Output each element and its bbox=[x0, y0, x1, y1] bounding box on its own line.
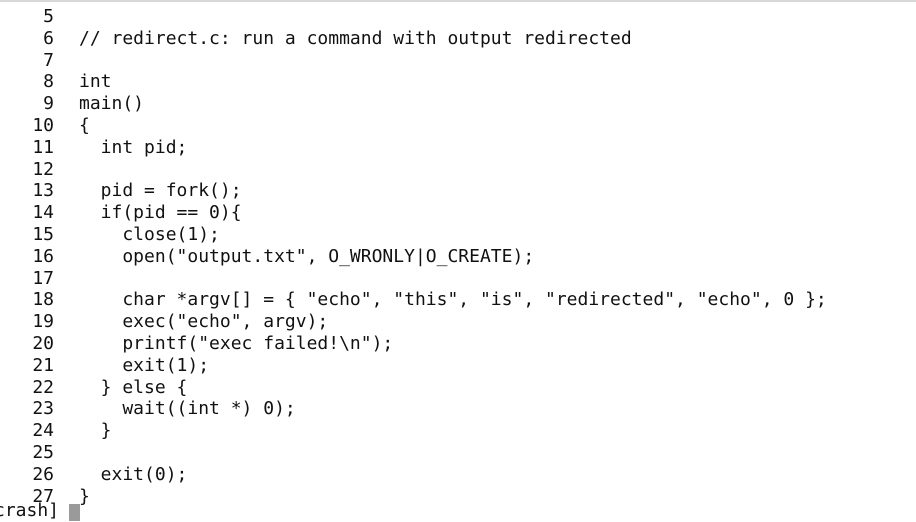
line-number: 24 bbox=[32, 420, 54, 442]
code-line: 24 } bbox=[0, 420, 916, 442]
code-text: int bbox=[79, 71, 112, 93]
code-text: exit(0); bbox=[79, 463, 188, 485]
code-text: char *argv[] = { "echo", "this", "is", "… bbox=[79, 289, 827, 311]
code-line: 12 bbox=[0, 159, 916, 181]
line-number: 22 bbox=[32, 376, 54, 398]
code-line: 23 wait((int *) 0); bbox=[0, 398, 916, 420]
line-number: 17 bbox=[32, 267, 54, 289]
line-number: 10 bbox=[32, 114, 54, 136]
line-number: 19 bbox=[32, 311, 54, 333]
code-text: if(pid == 0){ bbox=[79, 202, 242, 224]
line-number: 13 bbox=[32, 180, 54, 202]
code-line: 8 int bbox=[0, 71, 916, 93]
code-line: 27} bbox=[0, 486, 916, 508]
code-line: 10 { bbox=[0, 115, 916, 137]
code-text: { bbox=[79, 114, 90, 136]
line-number: 25 bbox=[32, 441, 54, 463]
code-line: 13 pid = fork(); bbox=[0, 180, 916, 202]
code-line: 25 bbox=[0, 442, 916, 464]
line-number: 5 bbox=[43, 6, 54, 27]
line-number: 20 bbox=[32, 332, 54, 354]
terminal-window[interactable]: 5 6 // redirect.c: run a command with outp… bbox=[0, 0, 916, 522]
shell-prompt: crash] bbox=[0, 500, 60, 521]
code-line: 15 close(1); bbox=[0, 224, 916, 246]
code-line: 9 main() bbox=[0, 93, 916, 115]
text-cursor bbox=[69, 503, 81, 521]
code-text: open("output.txt", O_WRONLY|O_CREATE); bbox=[79, 245, 535, 267]
code-text: main() bbox=[79, 93, 145, 115]
line-number: 18 bbox=[32, 289, 54, 311]
code-text: } else { bbox=[79, 376, 188, 398]
code-line: 7 bbox=[0, 50, 916, 72]
line-number: 6 bbox=[43, 27, 54, 49]
line-number: 21 bbox=[32, 354, 54, 376]
line-number: 26 bbox=[32, 463, 54, 485]
code-line: 19 exec("echo", argv); bbox=[0, 311, 916, 333]
code-text: wait((int *) 0); bbox=[79, 398, 296, 420]
code-text: pid = fork(); bbox=[79, 180, 242, 202]
code-listing: 5 6 // redirect.c: run a command with outp… bbox=[0, 6, 916, 507]
line-number: 9 bbox=[43, 93, 54, 115]
line-number: 14 bbox=[32, 202, 54, 224]
code-line: 11 int pid; bbox=[0, 137, 916, 159]
code-line: 20 printf("exec failed!\n"); bbox=[0, 333, 916, 355]
code-text: exit(1); bbox=[79, 354, 210, 376]
code-line: 16 open("output.txt", O_WRONLY|O_CREATE)… bbox=[0, 246, 916, 268]
code-line: 5 bbox=[0, 6, 916, 28]
shell-prompt-line[interactable]: crash] bbox=[0, 500, 81, 522]
code-line: 14 if(pid == 0){ bbox=[0, 202, 916, 224]
line-number: 8 bbox=[43, 71, 54, 93]
line-number: 23 bbox=[32, 398, 54, 420]
line-number: 16 bbox=[32, 245, 54, 267]
code-line: 26 exit(0); bbox=[0, 464, 916, 486]
code-line: 18 char *argv[] = { "echo", "this", "is"… bbox=[0, 289, 916, 311]
line-number: 7 bbox=[43, 49, 54, 71]
code-text: } bbox=[79, 420, 112, 442]
code-text: int pid; bbox=[79, 136, 188, 158]
line-number: 12 bbox=[32, 158, 54, 180]
line-number: 15 bbox=[32, 223, 54, 245]
code-text: } bbox=[79, 485, 90, 507]
code-text: printf("exec failed!\n"); bbox=[79, 332, 394, 354]
code-text: // redirect.c: run a command with output… bbox=[79, 27, 632, 49]
line-number: 11 bbox=[32, 136, 54, 158]
code-line: 21 exit(1); bbox=[0, 355, 916, 377]
code-line: 22 } else { bbox=[0, 377, 916, 399]
code-text: exec("echo", argv); bbox=[79, 311, 329, 333]
code-line: 6 // redirect.c: run a command with outpu… bbox=[0, 28, 916, 50]
code-text: close(1); bbox=[79, 223, 220, 245]
code-line: 17 bbox=[0, 268, 916, 290]
